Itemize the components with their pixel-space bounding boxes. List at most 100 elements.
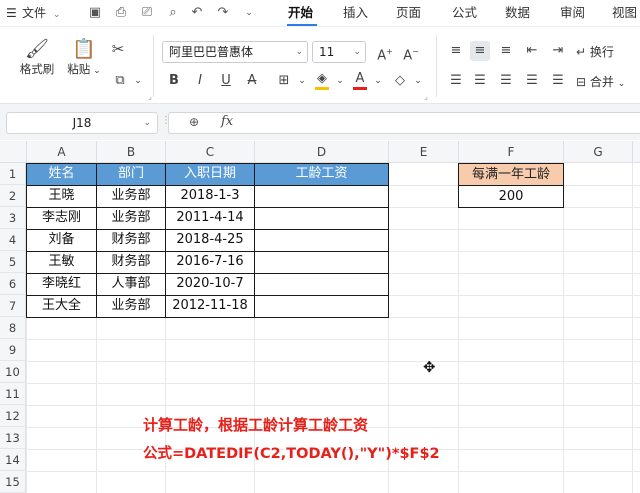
format-painter-button[interactable]: 🖌 格式刷 [16, 37, 58, 77]
table-cell[interactable]: 2018-4-25 [166, 229, 254, 251]
column-header-f[interactable]: F [459, 141, 564, 163]
table-cell[interactable] [255, 295, 388, 317]
tab-insert[interactable]: 插入 [343, 3, 368, 23]
column-header-e[interactable]: E [389, 141, 459, 163]
row-header[interactable]: 9 [0, 339, 26, 361]
row-header[interactable]: 6 [0, 273, 26, 295]
zoom-formula-icon[interactable]: ⊕ [189, 115, 199, 129]
row-header[interactable]: 2 [0, 185, 26, 207]
tab-home[interactable]: 开始 [288, 3, 313, 23]
decrease-indent-icon[interactable]: ⇤ [522, 41, 542, 61]
fx-icon[interactable]: fx [221, 114, 233, 129]
tab-formulas[interactable]: 公式 [452, 3, 477, 23]
font-size-select[interactable]: 11 ⌄ [312, 41, 366, 63]
rate-header-cell[interactable]: 每满一年工龄 [459, 164, 563, 185]
rate-value-cell[interactable]: 200 [459, 186, 563, 207]
print-preview-icon[interactable]: ⌕ [164, 4, 182, 22]
borders-icon[interactable]: ⊞ [274, 71, 294, 91]
table-cell[interactable]: 业务部 [97, 207, 165, 229]
align-right-icon[interactable]: ☰ [496, 71, 516, 91]
row-header[interactable]: 10 [0, 361, 26, 383]
table-cell[interactable] [255, 185, 388, 207]
print-icon[interactable]: ⎚ [138, 4, 156, 22]
paste-button[interactable]: 📋 粘贴 ⌄ [64, 37, 104, 79]
table-cell[interactable]: 李晓红 [27, 273, 96, 295]
align-middle-icon[interactable]: ≡ [470, 41, 490, 61]
row-header[interactable]: 14 [0, 449, 26, 471]
column-header-h[interactable] [633, 141, 640, 163]
justify-icon[interactable]: ☰ [522, 71, 542, 91]
table-cell[interactable]: 刘备 [27, 229, 96, 251]
column-header-a[interactable]: A [27, 141, 97, 163]
row-header[interactable]: 4 [0, 229, 26, 251]
table-cell[interactable]: 业务部 [97, 185, 165, 207]
row-header[interactable]: 15 [0, 471, 26, 493]
distributed-icon[interactable]: ☰ [548, 71, 568, 91]
name-box[interactable]: J18 ⌄ [6, 112, 158, 134]
eraser-icon[interactable]: ◇ [390, 71, 410, 91]
formula-input[interactable] [249, 113, 629, 133]
row-header[interactable]: 3 [0, 207, 26, 229]
increase-font-size-icon[interactable]: A+ [375, 42, 395, 63]
bold-icon[interactable]: B [164, 71, 184, 91]
merge-button[interactable]: ⊟ 合并 ⌄ [576, 72, 625, 92]
fill-color-dropdown-icon[interactable]: ⌄ [330, 71, 350, 91]
hamburger-menu-icon[interactable]: ☰ [6, 4, 17, 22]
column-header-b[interactable]: B [97, 141, 166, 163]
table-cell[interactable]: 李志刚 [27, 207, 96, 229]
file-menu[interactable]: 文件 ⌄ [22, 4, 60, 22]
font-name-select[interactable]: 阿里巴巴普惠体 ⌄ [162, 41, 308, 63]
font-color-dropdown-icon[interactable]: ⌄ [368, 71, 388, 91]
table-cell[interactable]: 2011-4-14 [166, 207, 254, 229]
row-header[interactable]: 8 [0, 317, 26, 339]
tab-review[interactable]: 审阅 [560, 3, 585, 23]
italic-icon[interactable]: I [190, 71, 210, 91]
row-header[interactable]: 13 [0, 427, 26, 449]
table-cell[interactable] [255, 273, 388, 295]
table-cell[interactable]: 业务部 [97, 295, 165, 317]
row-header[interactable]: 7 [0, 295, 26, 317]
table-cell[interactable]: 王敏 [27, 251, 96, 273]
align-bottom-icon[interactable]: ≡ [496, 41, 516, 61]
underline-icon[interactable]: U [216, 71, 236, 91]
tab-data[interactable]: 数据 [505, 3, 530, 23]
tab-page[interactable]: 页面 [396, 3, 421, 23]
table-cell[interactable] [255, 229, 388, 251]
table-cell[interactable]: 王晓 [27, 185, 96, 207]
row-header[interactable]: 12 [0, 405, 26, 427]
quick-access-dropdown-icon[interactable]: ⌄ [240, 4, 258, 22]
tab-view[interactable]: 视图 [612, 3, 637, 23]
row-header[interactable]: 1 [0, 163, 26, 185]
table-cell[interactable]: 王大全 [27, 295, 96, 317]
table-cell[interactable]: 2020-10-7 [166, 273, 254, 295]
fill-color-icon[interactable]: ◈ [312, 69, 332, 90]
export-pdf-icon[interactable]: ⎙ [112, 4, 130, 22]
table-cell[interactable] [255, 207, 388, 229]
table-cell[interactable]: 2012-11-18 [166, 295, 254, 317]
scissors-icon[interactable]: ✂ [108, 39, 128, 59]
save-icon[interactable]: ▣ [86, 4, 104, 22]
align-top-icon[interactable]: ≡ [446, 41, 466, 61]
table-cell[interactable] [255, 251, 388, 273]
column-header-c[interactable]: C [166, 141, 255, 163]
column-header-d[interactable]: D [255, 141, 389, 163]
decrease-font-size-icon[interactable]: A− [401, 42, 421, 63]
column-header-g[interactable]: G [564, 141, 633, 163]
table-cell[interactable]: 2018-1-3 [166, 185, 254, 207]
wrap-text-button[interactable]: ↵ 换行 [576, 42, 614, 62]
select-all-corner[interactable] [0, 141, 27, 163]
table-header-cell[interactable]: 姓名 [27, 163, 96, 185]
increase-indent-icon[interactable]: ⇥ [548, 41, 568, 61]
table-cell[interactable]: 人事部 [97, 273, 165, 295]
copy-icon[interactable]: ⧉ [110, 71, 130, 91]
align-left-icon[interactable]: ☰ [446, 71, 466, 91]
table-header-cell[interactable]: 工龄工资 [255, 163, 388, 185]
table-cell[interactable]: 财务部 [97, 229, 165, 251]
align-center-icon[interactable]: ☰ [470, 71, 490, 91]
borders-dropdown-icon[interactable]: ⌄ [292, 71, 312, 91]
table-cell[interactable]: 财务部 [97, 251, 165, 273]
table-header-cell[interactable]: 部门 [97, 163, 165, 185]
row-header[interactable]: 5 [0, 251, 26, 273]
table-header-cell[interactable]: 入职日期 [166, 163, 254, 185]
table-cell[interactable]: 2016-7-16 [166, 251, 254, 273]
